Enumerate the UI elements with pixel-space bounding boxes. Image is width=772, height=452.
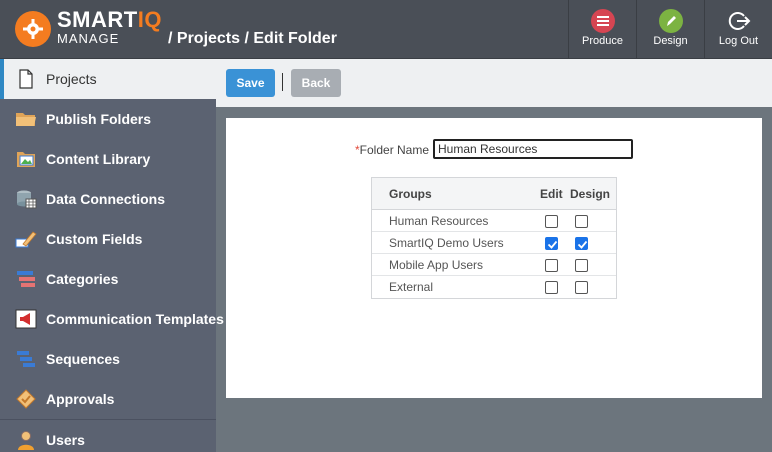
sidebar-item-categories[interactable]: Categories [0, 259, 216, 299]
sidebar-item-label: Communication Templates [46, 311, 224, 327]
produce-label: Produce [582, 35, 623, 47]
produce-button[interactable]: Produce [568, 0, 636, 59]
table-row: External [372, 276, 616, 298]
sidebar-item-label: Categories [46, 271, 119, 287]
sidebar-item-custom-fields[interactable]: Custom Fields [0, 219, 216, 259]
sidebar-item-label: Projects [46, 71, 97, 87]
pencil-icon [658, 9, 683, 33]
group-name: Mobile App Users [389, 257, 484, 272]
design-checkbox[interactable] [575, 214, 588, 228]
edit-column-header: Edit [540, 186, 563, 201]
table-row: Human Resources [372, 210, 616, 232]
table-row: Mobile App Users [372, 254, 616, 276]
design-checkbox[interactable] [575, 258, 588, 272]
sidebar-item-approvals[interactable]: Approvals [0, 379, 216, 419]
app-header: SMARTIQ MANAGE / Projects / Edit Folder … [0, 0, 772, 59]
document-icon [19, 69, 33, 89]
sidebar-item-label: Approvals [46, 391, 115, 407]
sidebar-item-sequences[interactable]: Sequences [0, 339, 216, 379]
toolbar-divider [282, 73, 283, 91]
sidebar-item-projects[interactable]: Projects [0, 59, 216, 99]
logout-icon [727, 9, 751, 33]
design-label: Design [653, 35, 688, 47]
save-button[interactable]: Save [226, 69, 275, 97]
sidebar-item-users[interactable]: Users [0, 419, 216, 452]
table-row: SmartIQ Demo Users [372, 232, 616, 254]
megaphone-icon [15, 309, 37, 329]
breadcrumb: / Projects / Edit Folder [168, 30, 337, 47]
back-button[interactable]: Back [291, 69, 341, 97]
sidebar-item-label: Content Library [46, 151, 151, 167]
categories-icon [17, 271, 35, 287]
edit-checkbox[interactable] [545, 281, 558, 294]
brand-subtitle: MANAGE [57, 31, 120, 46]
brand-name: SMARTIQ MANAGE [57, 7, 162, 46]
content-library-icon [17, 152, 35, 167]
sidebar-item-label: Custom Fields [46, 231, 143, 247]
group-name: External [389, 280, 434, 294]
groups-column-header: Groups [389, 186, 432, 201]
group-name: SmartIQ Demo Users [389, 235, 504, 250]
sequences-icon [17, 351, 35, 367]
user-icon [18, 431, 34, 450]
edit-checkbox[interactable] [545, 236, 558, 250]
folder-name-label: *Folder Name [355, 143, 430, 157]
design-button[interactable]: Design [636, 0, 704, 59]
produce-icon [590, 9, 615, 33]
database-icon [17, 190, 37, 209]
sidebar-item-label: Publish Folders [46, 111, 152, 127]
smartiq-logo-icon [15, 11, 51, 47]
edit-checkbox[interactable] [545, 214, 558, 228]
logout-button[interactable]: Log Out [704, 0, 772, 59]
sidebar-item-label: Users [46, 432, 85, 448]
logout-label: Log Out [718, 35, 759, 47]
design-column-header: Design [570, 186, 611, 201]
custom-fields-icon [15, 231, 37, 248]
sidebar: Projects Publish Folders Content Library… [0, 59, 224, 452]
sidebar-item-content-library[interactable]: Content Library [0, 139, 216, 179]
sidebar-item-publish-folders[interactable]: Publish Folders [0, 99, 216, 139]
groups-table: Groups Edit Design Human Resources Smart… [371, 177, 617, 299]
folder-icon [16, 113, 36, 126]
edit-checkbox[interactable] [545, 258, 558, 272]
group-name: Human Resources [389, 213, 489, 228]
design-checkbox[interactable] [575, 281, 588, 294]
sidebar-item-label: Sequences [46, 351, 120, 367]
sidebar-item-label: Data Connections [46, 191, 166, 207]
design-checkbox[interactable] [575, 236, 588, 250]
table-header: Groups Edit Design [372, 178, 616, 210]
sidebar-item-communication-templates[interactable]: Communication Templates [0, 299, 224, 339]
blank-panel [358, 322, 679, 388]
sidebar-item-data-connections[interactable]: Data Connections [0, 179, 216, 219]
approvals-icon [16, 389, 36, 409]
toolbar: Save Back [216, 59, 772, 107]
folder-name-input[interactable] [433, 139, 633, 159]
